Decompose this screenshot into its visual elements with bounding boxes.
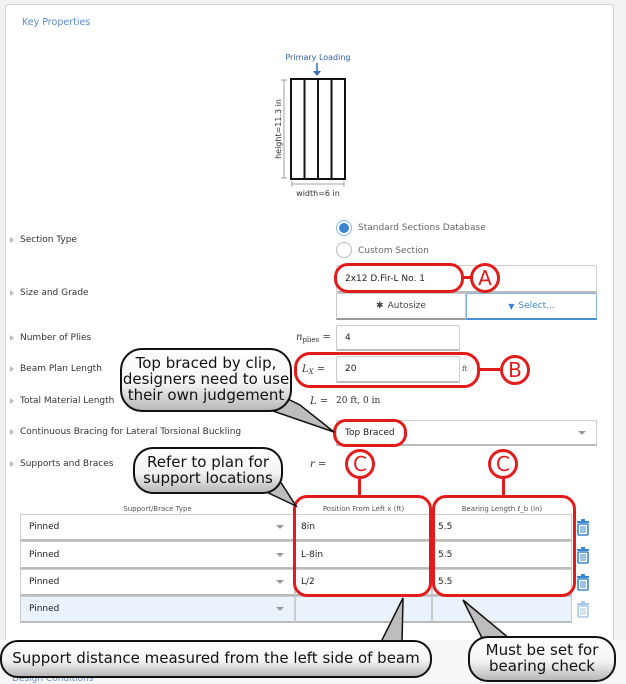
row-size-grade[interactable]: Size and Grade xyxy=(10,288,89,298)
annotation-ring-bracing xyxy=(333,419,407,447)
chevron-down-icon xyxy=(276,607,284,611)
radio-custom-section[interactable] xyxy=(336,242,352,258)
delete-row-icon[interactable] xyxy=(576,518,590,536)
plies-symbol: nplies = xyxy=(296,332,331,344)
expand-caret-icon xyxy=(10,366,14,372)
beam-section xyxy=(290,78,346,180)
expand-caret-icon xyxy=(10,335,14,341)
loading-arrow-icon xyxy=(313,63,321,76)
material-length-symbol: L = xyxy=(310,396,329,407)
primary-loading-label: Primary Loading xyxy=(285,53,350,62)
annotation-marker-b: B xyxy=(500,355,530,385)
support-type-select[interactable]: Pinned xyxy=(20,596,295,623)
callout-refer-plan: Refer to plan for support locations xyxy=(133,447,283,494)
annotation-ring-bearing-column xyxy=(432,495,576,597)
row-section-type[interactable]: Section Type xyxy=(10,235,77,245)
expand-caret-icon xyxy=(10,429,14,435)
annotation-connector xyxy=(358,478,361,496)
plies-input[interactable]: 4 xyxy=(336,325,460,351)
row-continuous-bracing[interactable]: Continuous Bracing for Lateral Torsional… xyxy=(10,427,241,437)
row-number-of-plies[interactable]: Number of Plies xyxy=(10,333,91,343)
row-supports-and-braces[interactable]: Supports and Braces xyxy=(10,459,114,469)
callout-top-braced: Top braced by clip, designers need to us… xyxy=(120,348,292,412)
annotation-ring-size-grade xyxy=(334,263,464,293)
filter-icon: ▼ xyxy=(508,301,515,311)
autosize-button[interactable]: ✱ Autosize xyxy=(336,293,466,320)
expand-caret-icon xyxy=(10,398,14,404)
height-dimension: height=11.3 in xyxy=(274,79,287,179)
annotation-marker-a: A xyxy=(470,263,500,293)
header-support-type: Support/Brace Type xyxy=(123,505,192,513)
support-type-select[interactable]: Pinned xyxy=(20,541,295,569)
annotation-connector xyxy=(479,368,500,371)
chevron-down-icon xyxy=(276,525,284,529)
ply xyxy=(303,78,319,180)
chevron-down-icon xyxy=(578,430,586,435)
ply xyxy=(317,78,333,180)
supports-symbol: r = xyxy=(310,459,327,470)
support-type-select[interactable]: Pinned xyxy=(20,569,295,596)
annotation-ring-plan-length xyxy=(294,352,480,388)
callout-support-distance: Support distance measured from the left … xyxy=(0,640,432,678)
radio-custom-section-label: Custom Section xyxy=(358,246,429,256)
material-length-value: 20 ft, 0 in xyxy=(336,396,381,406)
cross-section-diagram: Primary Loading height=11.3 in width=6 i… xyxy=(274,53,351,198)
annotation-marker-c-bearing: C xyxy=(488,449,518,479)
delete-row-icon[interactable] xyxy=(576,600,590,618)
row-beam-plan-length[interactable]: Beam Plan Length xyxy=(10,364,102,374)
height-label: height=11.3 in xyxy=(274,99,283,159)
annotation-marker-c-position: C xyxy=(345,449,375,479)
support-type-select[interactable]: Pinned xyxy=(20,514,295,541)
delete-row-icon[interactable] xyxy=(576,573,590,591)
chevron-down-icon xyxy=(276,580,284,584)
ply xyxy=(290,78,306,180)
chevron-down-icon xyxy=(276,552,284,557)
expand-caret-icon xyxy=(10,290,14,296)
row-total-material-length[interactable]: Total Material Length xyxy=(10,396,114,406)
magic-wand-icon: ✱ xyxy=(376,301,384,311)
expand-caret-icon xyxy=(10,461,14,467)
bearing-input[interactable] xyxy=(432,596,572,623)
position-input[interactable] xyxy=(295,596,432,623)
ply xyxy=(330,78,346,180)
width-label: width=6 in xyxy=(296,189,340,198)
width-dimension: width=6 in xyxy=(291,181,345,198)
annotation-connector xyxy=(502,478,505,496)
radio-standard-sections-label: Standard Sections Database xyxy=(358,223,486,233)
select-section-button[interactable]: ▼ Select... xyxy=(466,293,597,320)
callout-bearing-check: Must be set for bearing check xyxy=(468,636,616,682)
expand-caret-icon xyxy=(10,237,14,243)
delete-row-icon[interactable] xyxy=(576,546,590,564)
radio-standard-sections[interactable] xyxy=(336,220,352,236)
annotation-ring-position-column xyxy=(293,495,432,597)
